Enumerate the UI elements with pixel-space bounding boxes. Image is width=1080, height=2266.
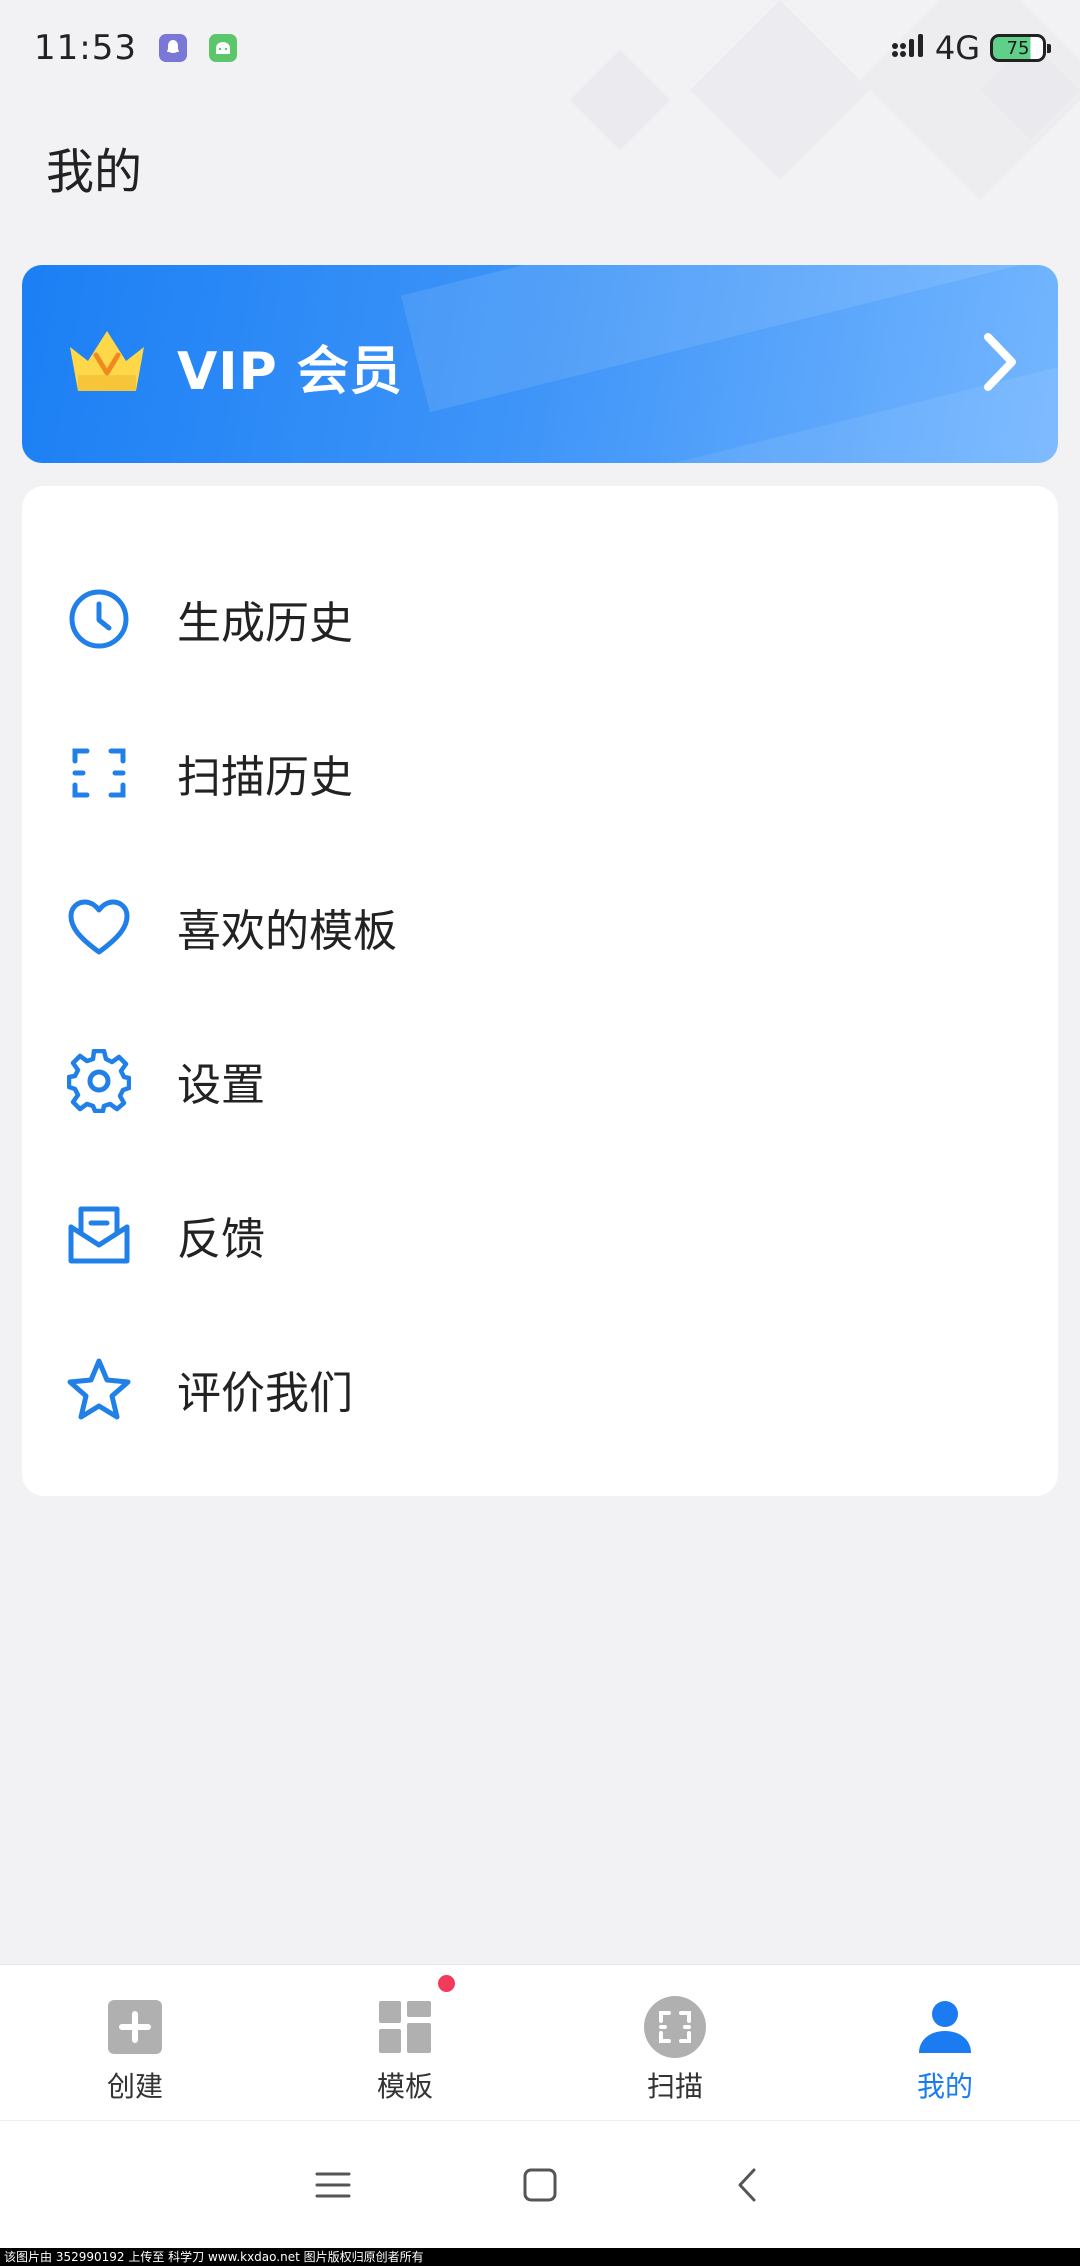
tab-templates[interactable]: 模板	[270, 1965, 540, 2120]
heart-icon	[66, 894, 132, 960]
clock-icon	[66, 586, 132, 652]
plus-square-icon	[102, 1995, 168, 2059]
vip-label: VIP 会员	[177, 342, 403, 402]
scan-icon	[66, 740, 132, 806]
tab-label: 模板	[376, 2070, 433, 2103]
tab-mine[interactable]: 我的	[810, 1965, 1080, 2120]
menu-item-settings[interactable]: 设置	[22, 1004, 1058, 1158]
battery-indicator: 75	[990, 34, 1051, 62]
tab-scan[interactable]: 扫描	[540, 1965, 810, 2120]
vip-membership-card[interactable]: VIP 会员	[22, 265, 1058, 463]
tab-create[interactable]: 创建	[0, 1965, 270, 2120]
status-right: 4G 75	[891, 29, 1051, 67]
tab-label: 创建	[106, 2070, 163, 2103]
watermark-text: 该图片由 352990192 上传至 科学刀 www.kxdao.net 图片版…	[0, 2248, 1080, 2266]
status-time: 11:53	[34, 28, 137, 68]
crown-icon	[64, 325, 150, 397]
bottom-tab-bar: 创建 模板 扫描 我的	[0, 1964, 1080, 2120]
network-type: 4G	[934, 29, 980, 67]
menu-item-label: 喜欢的模板	[177, 906, 397, 957]
gear-icon	[66, 1048, 132, 1114]
mail-icon	[66, 1202, 132, 1268]
menu-item-generation-history[interactable]: 生成历史	[22, 542, 1058, 696]
menu-item-scan-history[interactable]: 扫描历史	[22, 696, 1058, 850]
tab-label: 扫描	[646, 2070, 703, 2103]
menu-list: 生成历史 扫描历史 喜欢的模板 设置 反馈 评价我们	[22, 486, 1058, 1496]
menu-item-label: 评价我们	[177, 1368, 353, 1419]
home-icon[interactable]	[510, 2155, 570, 2215]
tab-label: 我的	[916, 2070, 973, 2103]
menu-item-label: 生成历史	[177, 598, 353, 649]
chevron-right-icon	[980, 331, 1020, 393]
grid-icon	[372, 1995, 438, 2059]
menu-item-label: 扫描历史	[177, 752, 353, 803]
menu-item-rate-us[interactable]: 评价我们	[22, 1312, 1058, 1466]
notification-badge	[438, 1975, 455, 1992]
menu-item-label: 反馈	[177, 1214, 265, 1265]
menu-item-favorite-templates[interactable]: 喜欢的模板	[22, 850, 1058, 1004]
status-bar: 11:53 4G 75	[0, 0, 1080, 96]
system-nav-bar	[0, 2120, 1080, 2248]
signal-icon	[891, 33, 925, 63]
scan-circle-icon	[642, 1995, 708, 2059]
person-icon	[912, 1995, 978, 2059]
page-title: 我的	[46, 144, 143, 200]
menu-item-feedback[interactable]: 反馈	[22, 1158, 1058, 1312]
card-decoration	[400, 265, 1058, 413]
android-app-icon	[208, 34, 237, 62]
menu-icon[interactable]	[303, 2155, 363, 2215]
qq-notification-icon	[158, 34, 187, 62]
back-icon[interactable]	[717, 2155, 777, 2215]
menu-item-label: 设置	[177, 1060, 265, 1111]
star-icon	[66, 1356, 132, 1422]
